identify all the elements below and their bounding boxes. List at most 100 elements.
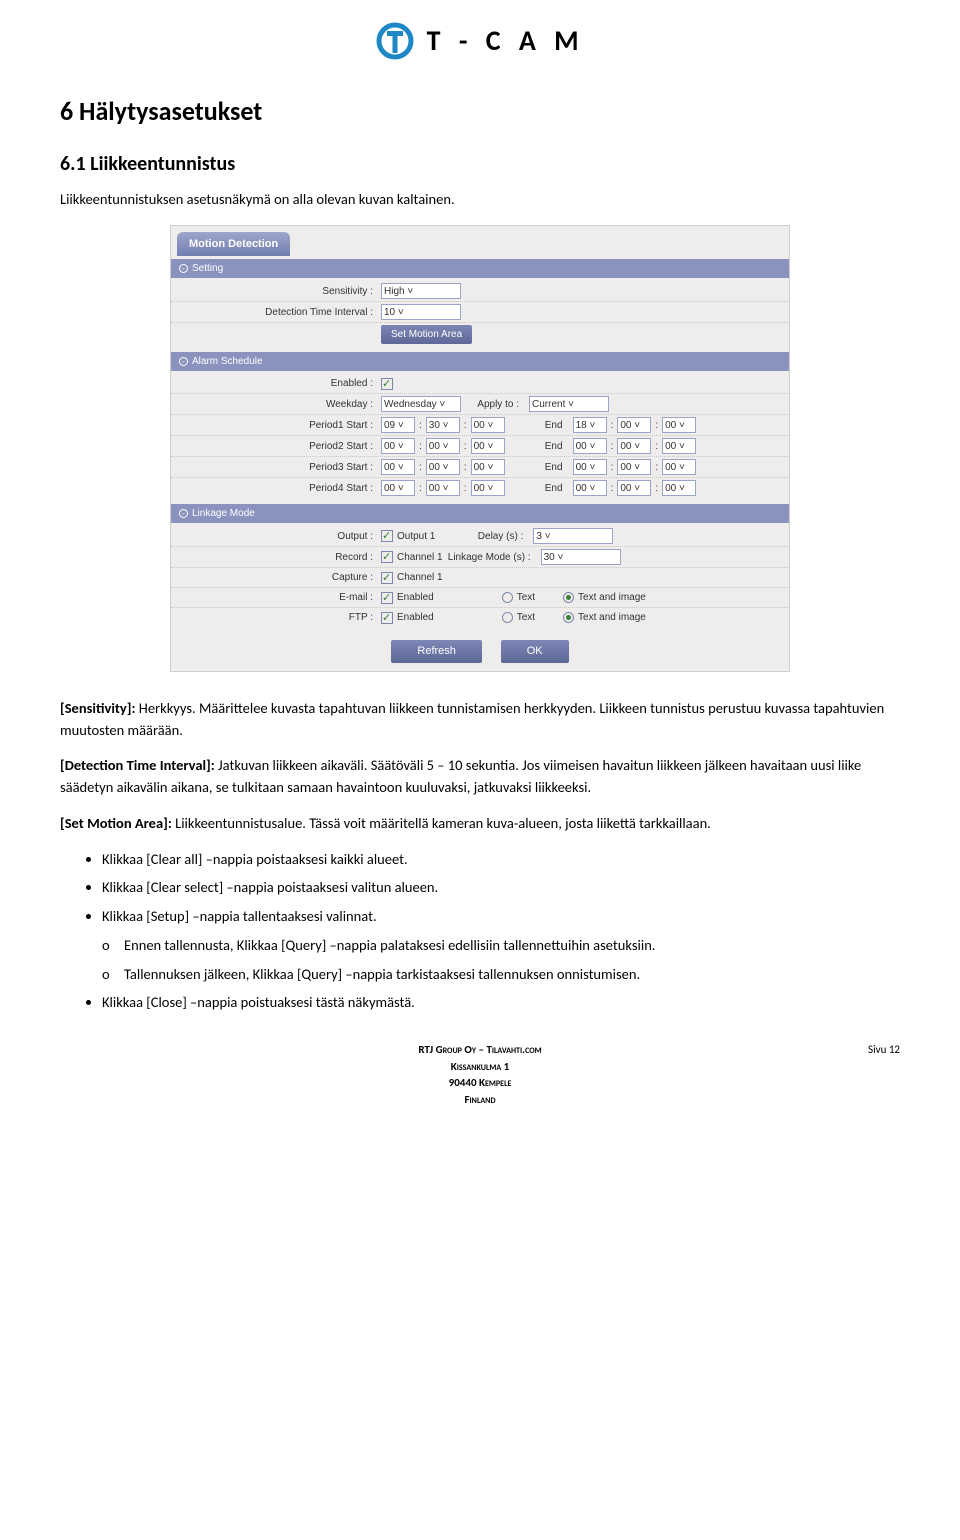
intro-text: Liikkeentunnistuksen asetusnäkymä on all…	[60, 189, 900, 211]
minute-select[interactable]: 00 ˅	[617, 480, 651, 496]
heading-1: 6 Hälytysasetukset	[60, 92, 900, 131]
capture-text: Channel 1	[397, 570, 443, 585]
second-select[interactable]: 00 ˅	[471, 438, 505, 454]
section-linkage[interactable]: -Linkage Mode	[171, 504, 789, 523]
linkmode-label: Linkage Mode (s) :	[447, 550, 537, 565]
chevron-down-icon: ˅	[439, 399, 445, 410]
minute-select[interactable]: 00 ˅	[617, 459, 651, 475]
dti-select[interactable]: 10 ˅	[381, 304, 461, 320]
list-item: Klikkaa [Clear select] –nappia poistaaks…	[102, 877, 900, 899]
ftp-checkbox[interactable]	[381, 612, 393, 624]
chevron-down-icon: ˅	[407, 286, 413, 297]
period-start-label: Period3 Start :	[171, 460, 381, 475]
sensitivity-select[interactable]: High ˅	[381, 283, 461, 299]
ok-button[interactable]: OK	[501, 640, 569, 663]
hour-select[interactable]: 00 ˅	[573, 459, 607, 475]
linkmode-select[interactable]: 30 ˅	[541, 549, 621, 565]
bullet-list: Klikkaa [Close] –nappia poistuaksesi täs…	[102, 992, 900, 1014]
hour-select[interactable]: 18 ˅	[573, 417, 607, 433]
logo-icon	[375, 21, 415, 61]
weekday-label: Weekday :	[171, 397, 381, 412]
list-item: Klikkaa [Setup] –nappia tallentaaksesi v…	[102, 906, 900, 928]
page-footer: RTJ Group Oy – Tilavahti.com Kissankulma…	[60, 1042, 900, 1108]
tab-motion-detection[interactable]: Motion Detection	[177, 232, 290, 257]
record-text: Channel 1	[397, 550, 443, 565]
second-select[interactable]: 00 ˅	[471, 459, 505, 475]
list-item: Klikkaa [Clear all] –nappia poistaaksesi…	[102, 849, 900, 871]
applyto-select[interactable]: Current ˅	[529, 396, 609, 412]
refresh-button[interactable]: Refresh	[391, 640, 482, 663]
hour-select[interactable]: 00 ˅	[381, 438, 415, 454]
delay-select[interactable]: 3 ˅	[533, 528, 613, 544]
record-label: Record :	[171, 550, 381, 565]
radio-text-label: Text	[517, 610, 535, 625]
minute-select[interactable]: 00 ˅	[426, 459, 460, 475]
period-row: Period1 Start :09 ˅:30 ˅:00 ˅End18 ˅:00 …	[171, 415, 789, 436]
output-checkbox[interactable]	[381, 530, 393, 542]
chevron-down-icon: ˅	[545, 531, 551, 542]
second-select[interactable]: 00 ˅	[662, 438, 696, 454]
email-textimg-radio[interactable]	[563, 592, 574, 603]
second-select[interactable]: 00 ˅	[662, 417, 696, 433]
chevron-down-icon: ˅	[568, 399, 574, 410]
footer-center: RTJ Group Oy – Tilavahti.com Kissankulma…	[140, 1042, 820, 1108]
minute-select[interactable]: 30 ˅	[426, 417, 460, 433]
period-row: Period2 Start :00 ˅:00 ˅:00 ˅End00 ˅:00 …	[171, 436, 789, 457]
end-label: End	[509, 481, 569, 496]
ftp-label: FTP :	[171, 610, 381, 625]
settings-panel: Motion Detection -Setting Sensitivity : …	[170, 225, 790, 672]
period-start-label: Period2 Start :	[171, 439, 381, 454]
record-checkbox[interactable]	[381, 551, 393, 563]
weekday-select[interactable]: Wednesday ˅	[381, 396, 461, 412]
section-setting[interactable]: -Setting	[171, 259, 789, 278]
applyto-label: Apply to :	[465, 397, 525, 412]
email-text-radio[interactable]	[502, 592, 513, 603]
capture-checkbox[interactable]	[381, 572, 393, 584]
page-number: Sivu 12	[820, 1042, 900, 1108]
output-label: Output :	[171, 529, 381, 544]
minute-select[interactable]: 00 ˅	[617, 417, 651, 433]
chevron-down-icon: ˅	[398, 307, 404, 318]
logo-text: T - C A M	[427, 20, 585, 62]
ftp-textimg-radio[interactable]	[563, 612, 574, 623]
period-start-label: Period1 Start :	[171, 418, 381, 433]
output-text: Output 1	[397, 529, 435, 544]
ftp-text-radio[interactable]	[502, 612, 513, 623]
hour-select[interactable]: 00 ˅	[573, 438, 607, 454]
set-motion-area-button[interactable]: Set Motion Area	[381, 325, 472, 344]
section-schedule-title: Alarm Schedule	[192, 356, 263, 367]
email-label: E-mail :	[171, 590, 381, 605]
section-setting-title: Setting	[192, 263, 223, 274]
period-start-label: Period4 Start :	[171, 481, 381, 496]
hour-select[interactable]: 00 ˅	[573, 480, 607, 496]
email-checkbox[interactable]	[381, 592, 393, 604]
minute-select[interactable]: 00 ˅	[617, 438, 651, 454]
second-select[interactable]: 00 ˅	[471, 480, 505, 496]
section-alarm-schedule[interactable]: -Alarm Schedule	[171, 352, 789, 371]
end-label: End	[509, 418, 569, 433]
heading-2: 6.1 Liikkeentunnistus	[60, 149, 900, 179]
radio-text-label: Text	[517, 590, 535, 605]
sensitivity-label: Sensitivity :	[171, 284, 381, 299]
sub-list: Ennen tallennusta, Klikkaa [Query] –napp…	[102, 935, 900, 986]
hour-select[interactable]: 00 ˅	[381, 459, 415, 475]
radio-textimg-label: Text and image	[578, 590, 646, 605]
bullet-list: Klikkaa [Clear all] –nappia poistaaksesi…	[102, 849, 900, 928]
end-label: End	[509, 460, 569, 475]
list-item: Tallennuksen jälkeen, Klikkaa [Query] –n…	[102, 964, 900, 986]
minute-select[interactable]: 00 ˅	[426, 480, 460, 496]
period-row: Period4 Start :00 ˅:00 ˅:00 ˅End00 ˅:00 …	[171, 478, 789, 498]
second-select[interactable]: 00 ˅	[662, 480, 696, 496]
second-select[interactable]: 00 ˅	[471, 417, 505, 433]
hour-select[interactable]: 00 ˅	[381, 480, 415, 496]
enabled-checkbox[interactable]	[381, 378, 393, 390]
para-dti: [Detection Time Interval]: Jatkuvan liik…	[60, 755, 900, 799]
dti-label: Detection Time Interval :	[171, 305, 381, 320]
hour-select[interactable]: 09 ˅	[381, 417, 415, 433]
chevron-down-icon: ˅	[558, 552, 564, 563]
minute-select[interactable]: 00 ˅	[426, 438, 460, 454]
collapse-icon: -	[179, 509, 188, 518]
delay-label: Delay (s) :	[439, 529, 529, 544]
second-select[interactable]: 00 ˅	[662, 459, 696, 475]
email-enabled-text: Enabled	[397, 590, 434, 605]
